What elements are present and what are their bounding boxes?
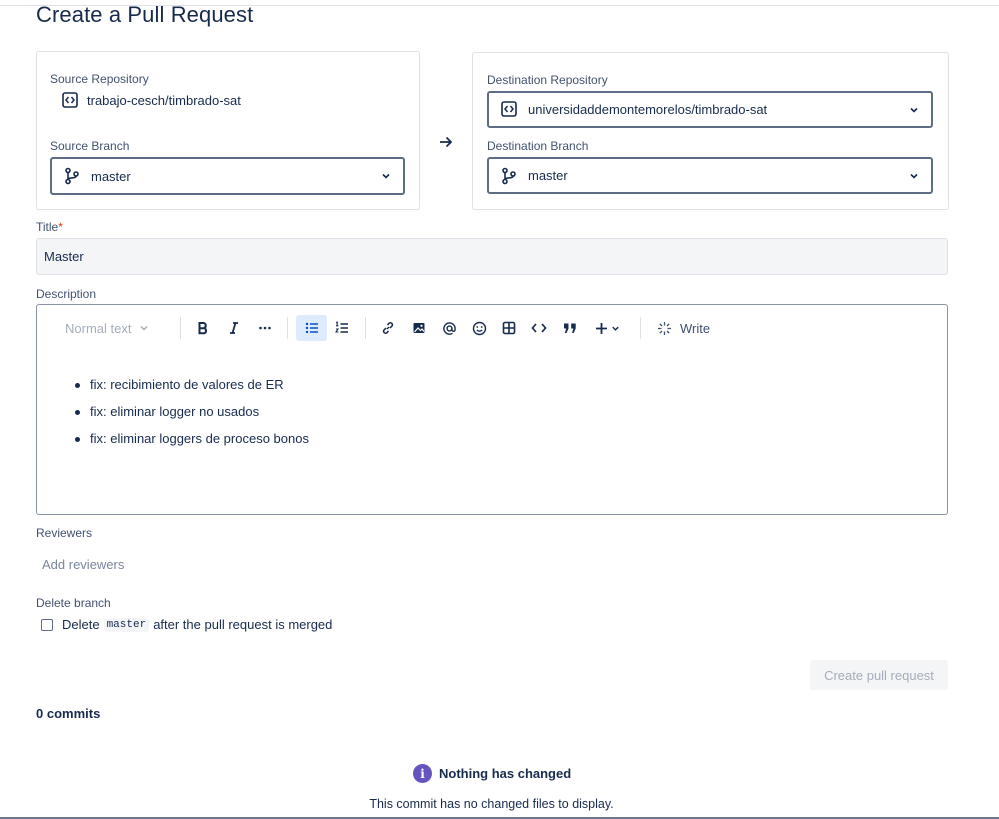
- bullet-list-icon: [305, 322, 318, 334]
- reviewers-label: Reviewers: [36, 526, 93, 540]
- chevron-down-icon: [140, 325, 148, 331]
- delete-branch-checkbox[interactable]: [41, 619, 53, 631]
- source-repo: trabajo-cesch/timbrado-sat: [62, 92, 241, 108]
- bold-button[interactable]: [191, 315, 215, 341]
- info-icon: i: [413, 764, 432, 783]
- mention-icon: [442, 321, 456, 335]
- quote-icon: [564, 323, 576, 333]
- chevron-down-icon: [381, 171, 391, 181]
- bullet-list-button[interactable]: [296, 315, 327, 341]
- italic-button[interactable]: [222, 315, 246, 341]
- branch-icon: [501, 167, 517, 185]
- delete-branch-text-after: after the pull request is merged: [153, 617, 333, 632]
- link-button[interactable]: [376, 315, 400, 341]
- destination-branch-label: Destination Branch: [487, 139, 589, 153]
- source-repo-label: Source Repository: [50, 72, 149, 86]
- destination-repo-value: universidaddemontemorelos/timbrado-sat: [528, 102, 768, 117]
- delete-branch-text-before: Delete: [62, 617, 100, 632]
- toolbar-divider: [640, 317, 641, 339]
- image-button[interactable]: [407, 315, 431, 341]
- text-style-label: Normal text: [65, 320, 132, 336]
- quote-button[interactable]: [558, 315, 582, 341]
- link-icon: [382, 322, 394, 334]
- plus-icon: [595, 322, 607, 334]
- branch-name-code: master: [103, 617, 150, 632]
- delete-branch-text: Delete master after the pull request is …: [62, 617, 332, 632]
- description-label: Description: [36, 287, 97, 301]
- list-item: fix: recibimiento de valores de ER: [75, 375, 309, 402]
- write-button[interactable]: Write: [657, 315, 721, 341]
- destination-repo-label: Destination Repository: [487, 73, 608, 87]
- code-button[interactable]: [527, 315, 551, 341]
- title-input[interactable]: [36, 238, 948, 275]
- repository-icon: [501, 100, 517, 119]
- bold-icon: [198, 322, 207, 335]
- source-branch-select[interactable]: master: [50, 157, 405, 195]
- title-label: Title*: [36, 220, 63, 234]
- destination-branch-value: master: [528, 168, 568, 183]
- repository-icon: [62, 92, 78, 108]
- destination-branch-select[interactable]: master: [487, 157, 933, 194]
- more-icon: [259, 326, 271, 330]
- list-item: fix: eliminar logger no usados: [75, 402, 309, 429]
- chevron-down-icon: [909, 105, 919, 115]
- code-icon: [531, 323, 547, 333]
- table-button[interactable]: [497, 315, 521, 341]
- reviewers-input[interactable]: Add reviewers: [42, 557, 124, 572]
- editor-toolbar: Normal text Write: [37, 305, 947, 351]
- chevron-down-icon: [611, 326, 619, 331]
- write-label: Write: [680, 320, 711, 336]
- branch-icon: [64, 167, 80, 185]
- create-pull-request-button[interactable]: Create pull request: [810, 660, 948, 690]
- destination-repo-select[interactable]: universidaddemontemorelos/timbrado-sat: [487, 91, 933, 128]
- source-branch-value: master: [91, 168, 131, 184]
- numbered-list-button[interactable]: [330, 315, 354, 341]
- emoji-icon: [472, 321, 486, 335]
- mention-button[interactable]: [437, 315, 461, 341]
- description-list: fix: recibimiento de valores de ER fix: …: [75, 375, 309, 456]
- required-mark: *: [58, 220, 63, 234]
- more-formatting-button[interactable]: [253, 315, 277, 341]
- description-editor[interactable]: Normal text Write fix: recibimiento de v…: [36, 304, 948, 515]
- chevron-down-icon: [909, 171, 919, 181]
- toolbar-divider: [287, 317, 288, 339]
- sparkle-icon: [658, 321, 671, 335]
- title-label-text: Title: [36, 220, 59, 234]
- source-branch-label: Source Branch: [50, 139, 130, 153]
- page-title: Create a Pull Request: [36, 2, 254, 27]
- toolbar-divider: [180, 317, 181, 339]
- delete-branch-label: Delete branch: [36, 596, 111, 610]
- arrow-right-icon: [437, 133, 455, 151]
- commit-count: 0 commits: [36, 706, 101, 721]
- italic-icon: [230, 322, 238, 334]
- table-icon: [502, 321, 516, 335]
- list-item: fix: eliminar loggers de proceso bonos: [75, 429, 309, 456]
- empty-state-message: This commit has no changed files to disp…: [369, 797, 614, 811]
- text-style-dropdown[interactable]: Normal text: [65, 315, 165, 341]
- insert-menu-button[interactable]: [591, 315, 623, 341]
- image-icon: [413, 323, 425, 333]
- empty-state-title-text: Nothing has changed: [439, 766, 572, 781]
- emoji-button[interactable]: [467, 315, 491, 341]
- source-repo-value: trabajo-cesch/timbrado-sat: [87, 92, 241, 108]
- numbered-list-icon: [335, 321, 348, 333]
- toolbar-divider: [365, 317, 366, 339]
- empty-state-title: i Nothing has changed: [413, 764, 571, 783]
